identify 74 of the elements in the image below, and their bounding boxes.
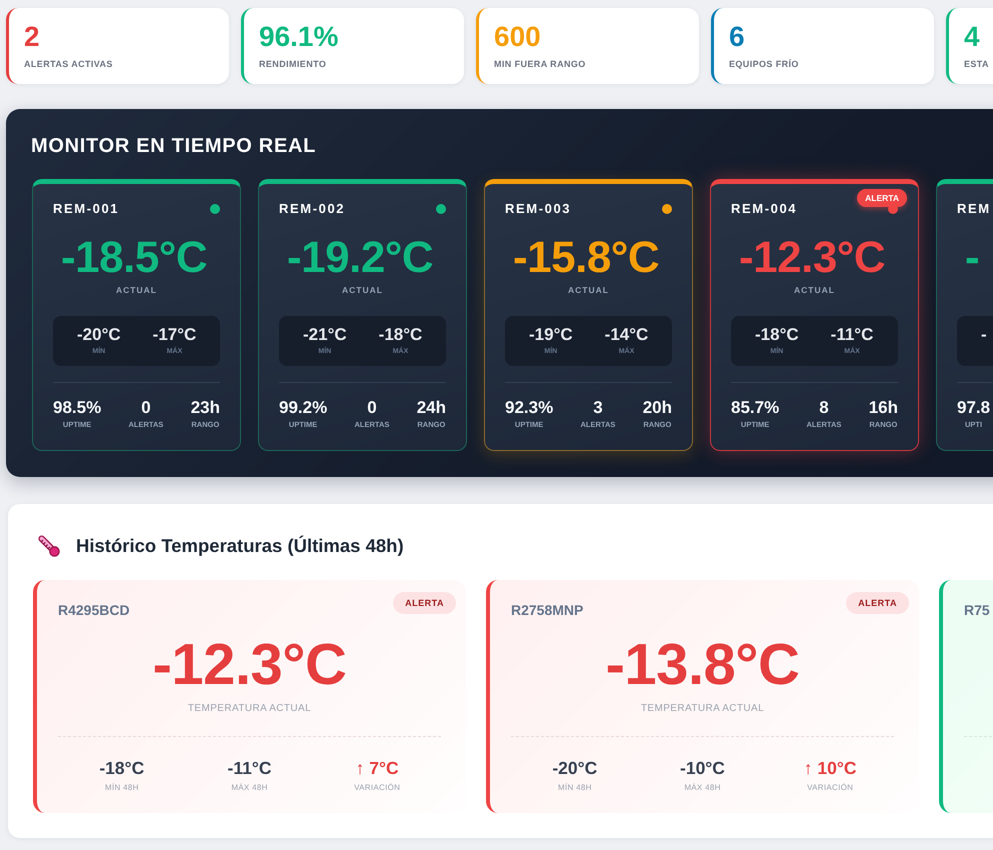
metric-value: 16h xyxy=(868,398,898,418)
stat-label: MIN FUERA RANGO xyxy=(494,58,586,70)
unit-id: R75 xyxy=(964,602,990,618)
reading-label: ACTUAL xyxy=(794,284,835,296)
unit-name: REM-004 xyxy=(731,200,798,218)
range-value: -19°C xyxy=(529,325,573,345)
stat-value: -20°C xyxy=(552,758,598,778)
reading-label: ACTUAL xyxy=(342,284,383,296)
metric-value: 99.2% xyxy=(279,398,328,418)
stat-value: 96.1% xyxy=(259,22,338,52)
reading-label: ACTUAL xyxy=(568,284,609,296)
status-dot-icon xyxy=(436,204,446,214)
temperature-reading: -19.2°C xyxy=(287,234,434,282)
stat-label: RENDIMIENTO xyxy=(259,58,326,70)
stat-value: -18°C xyxy=(99,758,144,778)
section-title: Histórico Temperaturas (Últimas 48h) xyxy=(76,534,404,558)
unit-id: R4295BCD xyxy=(58,602,130,618)
metric-value: 0 xyxy=(141,398,151,418)
unit-name: REM-003 xyxy=(505,200,572,218)
thermometer-icon xyxy=(38,535,60,557)
stat-label: MÁX 48H xyxy=(231,783,268,793)
range-value: -20°C xyxy=(77,325,121,345)
range-value: - xyxy=(981,325,987,345)
metric-value: 3 xyxy=(593,398,603,418)
range-value: -11°C xyxy=(830,325,874,345)
stat-label: VARIACIÓN xyxy=(354,783,400,793)
stat-label: MÍN 48H xyxy=(558,783,592,793)
temperature-reading: -13.8°C xyxy=(606,633,800,697)
panel-title: MONITOR EN TIEMPO REAL xyxy=(31,134,316,158)
metric-value: 23h xyxy=(190,398,220,418)
stat-label: ESTA xyxy=(964,58,989,70)
reading-label: TEMPERATURA ACTUAL xyxy=(640,702,764,716)
metric-value: 8 xyxy=(819,398,829,418)
metric-value: 97.8 xyxy=(957,398,990,418)
stat-value: 600 xyxy=(494,22,541,52)
range-value: -18°C xyxy=(755,325,799,345)
stat-label: EQUIPOS FRÍO xyxy=(729,58,799,70)
unit-name: REM-001 xyxy=(53,200,120,218)
unit-name: REM-002 xyxy=(279,200,346,218)
alert-badge: ALERTA xyxy=(857,189,907,207)
stat-label: MÍN 48H xyxy=(104,783,139,793)
metric-value: 98.5% xyxy=(53,398,102,418)
stat-value: 4 xyxy=(964,22,980,52)
unit-name: REM xyxy=(957,200,991,218)
stat-label: ALERTAS ACTIVAS xyxy=(24,58,113,70)
temperature-reading: -15.8°C xyxy=(513,234,660,282)
temperature-reading: - xyxy=(965,234,980,282)
stat-label: MÁX 48H xyxy=(684,783,721,793)
reading-label: ACTUAL xyxy=(116,284,157,296)
reading-label: TEMPERATURA ACTUAL xyxy=(188,702,312,716)
unit-id: R2758MNP xyxy=(511,602,584,618)
metric-value: 92.3% xyxy=(505,398,554,418)
temperature-reading: -12.3°C xyxy=(152,633,346,697)
metric-value: 85.7% xyxy=(731,398,780,418)
range-value: -14°C xyxy=(604,325,648,345)
range-value: -18°C xyxy=(378,325,422,345)
stat-value: 2 xyxy=(24,22,40,52)
stat-label: VARIACIÓN xyxy=(807,783,854,793)
stat-value: ↑ 10°C xyxy=(804,758,857,778)
stat-value: -10°C xyxy=(680,758,725,778)
metric-value: 24h xyxy=(416,398,446,418)
temperature-reading: -18.5°C xyxy=(61,234,208,282)
metric-value: 20h xyxy=(642,398,672,418)
status-dot-icon xyxy=(210,204,220,214)
alert-badge: ALERTA xyxy=(846,592,909,614)
metric-value: 0 xyxy=(367,398,377,418)
stat-value: 6 xyxy=(729,22,745,52)
status-dot-icon xyxy=(662,204,672,214)
temperature-reading: -12.3°C xyxy=(739,234,886,282)
stat-value: ↑ 7°C xyxy=(356,758,399,778)
stat-value: -11°C xyxy=(228,758,272,778)
range-value: -17°C xyxy=(152,325,196,345)
range-value: -21°C xyxy=(303,325,347,345)
alert-badge: ALERTA xyxy=(393,592,456,614)
